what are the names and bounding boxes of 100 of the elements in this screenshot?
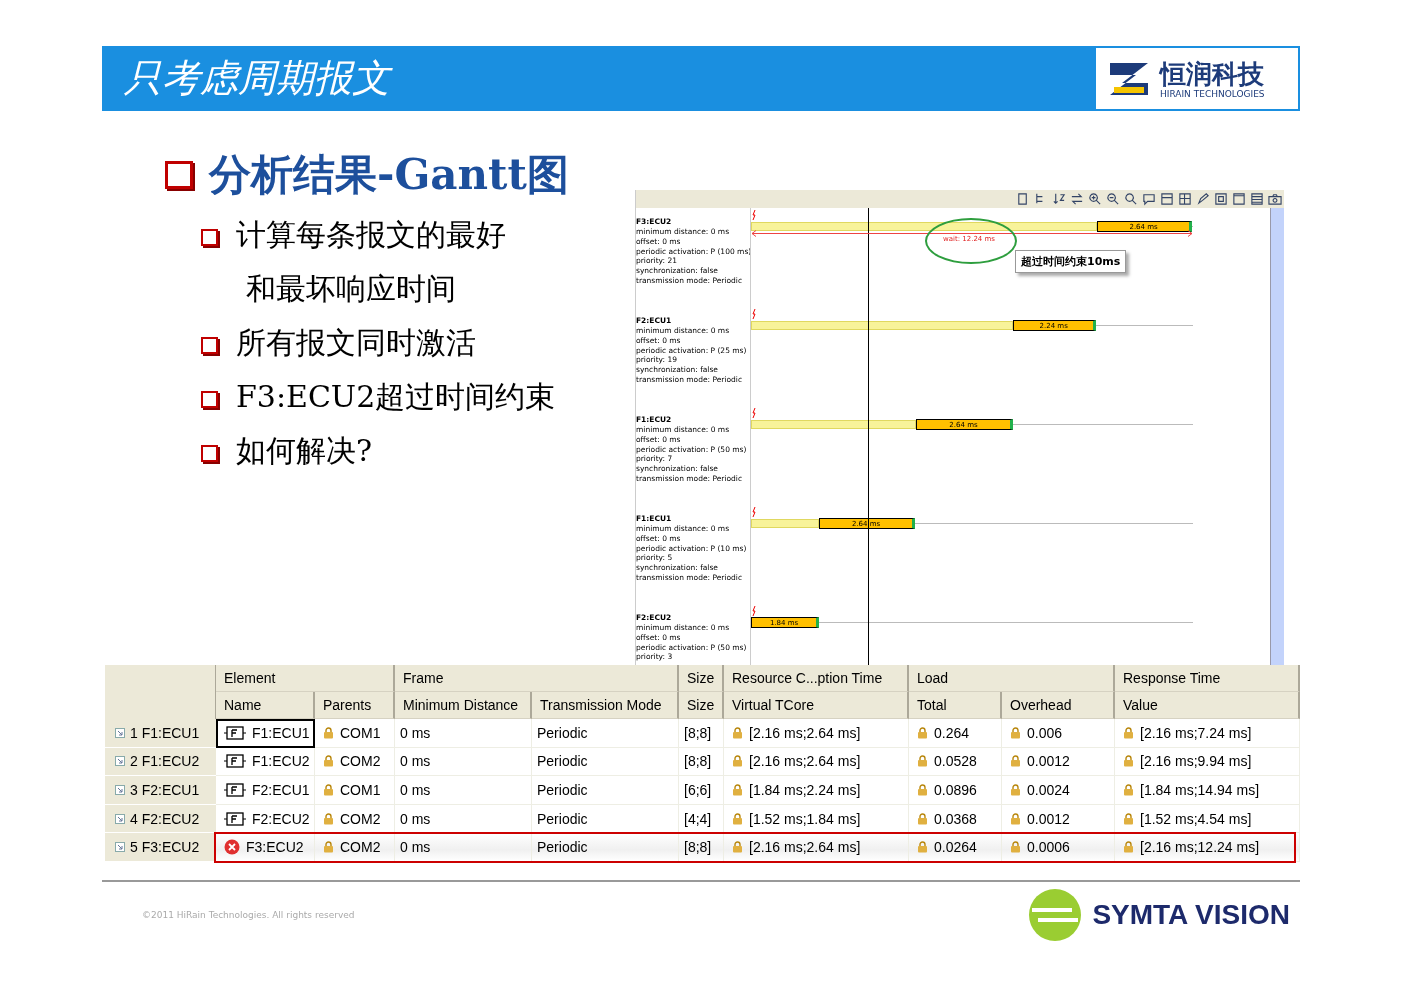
lock-icon xyxy=(1123,726,1134,739)
brand-logo-icon xyxy=(1028,887,1083,942)
bullet-text: 计算每条报文的最好 xyxy=(236,216,506,254)
frame-icon xyxy=(224,811,246,826)
scrollbar[interactable] xyxy=(1270,208,1284,665)
camera-icon[interactable] xyxy=(1267,191,1282,207)
row-header[interactable]: 4 F2:ECU2 xyxy=(105,804,216,834)
activation-icon xyxy=(752,507,756,517)
cell-text: 0.264 xyxy=(934,724,970,741)
cell-text: 0 ms xyxy=(400,782,431,798)
lock-icon xyxy=(1010,784,1021,796)
activation-icon xyxy=(752,408,756,418)
row-header[interactable]: 5 F3:ECU2 xyxy=(105,833,216,862)
lock-icon xyxy=(732,812,743,825)
column-header[interactable]: Value xyxy=(1115,692,1300,719)
row-marker-icon xyxy=(115,813,125,824)
cell-text: 0.0368 xyxy=(934,810,977,827)
row-marker-icon xyxy=(115,785,125,795)
bullet-icon xyxy=(201,229,218,246)
zoom-in-icon[interactable] xyxy=(1087,191,1102,207)
search-icon[interactable] xyxy=(1123,191,1138,207)
cell-text: F2:ECU1 xyxy=(252,782,310,798)
cell-text: [2.16 ms;7.24 ms] xyxy=(1140,724,1252,741)
cell-text: [1.52 ms;4.54 ms] xyxy=(1140,810,1252,827)
activation-icon xyxy=(752,606,756,616)
column-header[interactable]: Minimum Distance xyxy=(395,692,532,719)
cell-text: [6;6] xyxy=(684,782,712,798)
cell-text: 0 ms xyxy=(400,810,431,827)
panel-icon[interactable] xyxy=(1213,191,1228,207)
row-marker-icon xyxy=(115,756,125,767)
cell-text: COM2 xyxy=(340,810,381,827)
cell-text: COM1 xyxy=(340,782,381,798)
cell-text: COM2 xyxy=(340,839,381,856)
cell-text: [8;8] xyxy=(684,753,712,770)
column-group-header: Resource C...ption Time xyxy=(724,665,909,692)
cell-text: 0.0528 xyxy=(934,753,977,770)
lock-icon xyxy=(323,755,334,768)
column-header[interactable]: Overhead xyxy=(1002,692,1115,719)
page-icon[interactable] xyxy=(1015,191,1030,207)
cell-text: 0 ms xyxy=(400,753,431,770)
cell-text: [8;8] xyxy=(684,839,712,856)
column-group-header: Frame xyxy=(395,665,679,692)
cell-text: F2:ECU2 xyxy=(252,810,310,827)
cell-text: 0.0264 xyxy=(934,839,977,856)
row-header[interactable]: 1 F1:ECU1 xyxy=(105,719,216,748)
activation-icon xyxy=(752,309,756,319)
column-group-header: Element xyxy=(216,665,395,692)
bullet-icon xyxy=(201,445,218,462)
lock-icon xyxy=(323,726,334,739)
cell-text: Periodic xyxy=(537,753,588,770)
cell-text: 0.006 xyxy=(1027,724,1063,741)
cell-text: COM1 xyxy=(340,724,381,741)
swap-icon[interactable] xyxy=(1069,191,1084,207)
comment-icon[interactable] xyxy=(1141,191,1156,207)
window-icon[interactable] xyxy=(1231,191,1246,207)
sort-icon[interactable] xyxy=(1051,191,1066,207)
lock-icon xyxy=(917,726,928,739)
bullet-icon xyxy=(201,337,218,354)
lock-icon xyxy=(917,841,928,854)
lock-icon xyxy=(1010,726,1021,739)
row-label: 2 F1:ECU2 xyxy=(130,753,200,770)
row-label: 5 F3:ECU2 xyxy=(130,839,200,856)
row-header[interactable]: 3 F2:ECU1 xyxy=(105,776,216,805)
lock-icon xyxy=(732,841,743,854)
lock-icon xyxy=(1010,755,1021,768)
lock-icon xyxy=(732,726,743,739)
row-label: 3 F2:ECU1 xyxy=(130,782,200,798)
waiting-bar xyxy=(751,519,820,528)
table-icon[interactable] xyxy=(1249,191,1264,207)
zoom-out-icon[interactable] xyxy=(1105,191,1120,207)
grid-icon[interactable] xyxy=(1177,191,1192,207)
lock-icon xyxy=(917,812,928,825)
lock-icon xyxy=(917,784,928,796)
cell-text: Periodic xyxy=(537,724,588,741)
column-header[interactable]: Parents xyxy=(315,692,395,719)
logo-tagline: HIRAIN TECHNOLOGIES xyxy=(1160,88,1265,99)
lock-icon xyxy=(1123,784,1134,796)
bullet-icon xyxy=(201,391,218,408)
bullet-icon xyxy=(165,161,193,189)
column-header[interactable]: Total xyxy=(909,692,1002,719)
frame-icon xyxy=(224,783,246,797)
column-header[interactable]: Name xyxy=(216,692,315,719)
row-marker-icon xyxy=(115,727,125,738)
column-group-header: Response Time xyxy=(1115,665,1300,692)
row-label: 1 F1:ECU1 xyxy=(130,724,200,741)
callout-note: 超过时间约束10ms xyxy=(1015,250,1127,273)
row-header[interactable]: 2 F1:ECU2 xyxy=(105,747,216,777)
column-icon[interactable] xyxy=(1159,191,1174,207)
activation-icon xyxy=(752,210,756,220)
lock-icon xyxy=(1010,841,1021,854)
lock-icon xyxy=(1010,812,1021,825)
column-header[interactable]: Virtual TCore xyxy=(724,692,909,719)
brand-name: SYMTA VISION xyxy=(1092,898,1290,931)
cell-text: [2.16 ms;2.64 ms] xyxy=(749,724,861,741)
lock-icon xyxy=(323,841,334,854)
cell-text: F3:ECU2 xyxy=(246,839,304,856)
column-header[interactable]: Transmission Mode xyxy=(532,692,679,719)
pen-icon[interactable] xyxy=(1195,191,1210,207)
cell-text: [1.84 ms;14.94 ms] xyxy=(1140,782,1260,798)
column-header[interactable]: Size xyxy=(679,692,724,719)
